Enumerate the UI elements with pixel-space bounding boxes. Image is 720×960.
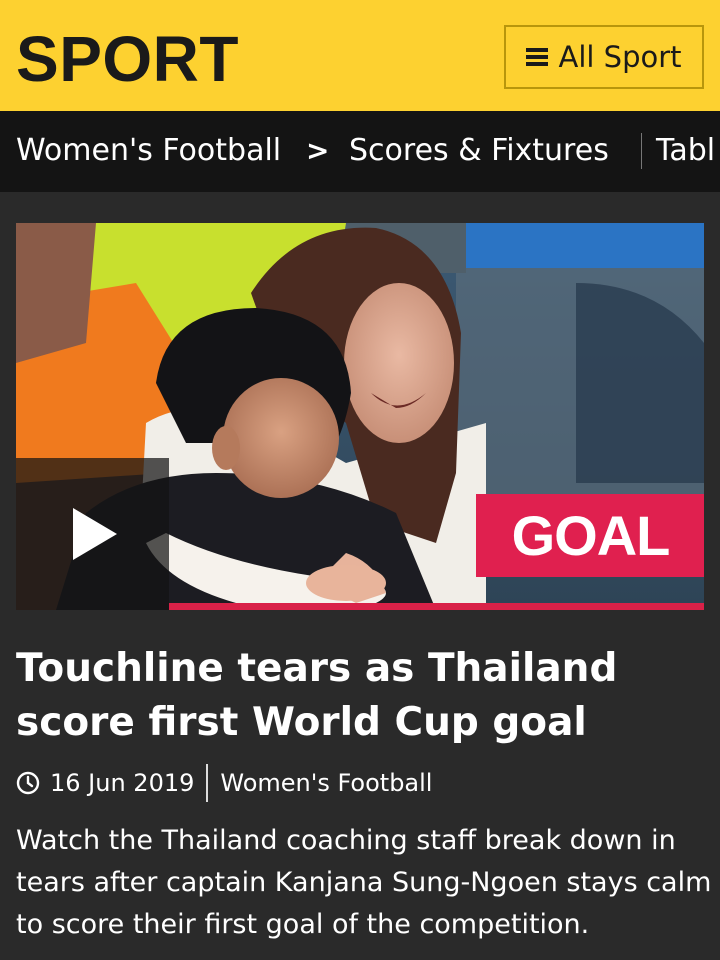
site-header: SPORT All Sport <box>0 0 720 111</box>
article-category-link[interactable]: Women's Football <box>220 769 432 797</box>
all-sport-label: All Sport <box>558 40 682 74</box>
sport-logo[interactable]: SPORT <box>16 24 239 94</box>
nav-scores-fixtures[interactable]: Scores & Fixtures <box>349 131 609 171</box>
nav-womens-football[interactable]: Women's Football <box>16 131 281 171</box>
article-date: 16 Jun 2019 <box>50 769 195 797</box>
all-sport-menu-button[interactable]: All Sport <box>504 25 704 89</box>
nav-divider <box>641 133 642 169</box>
play-icon <box>72 508 117 560</box>
video-progress-bar <box>169 603 704 610</box>
article-summary: Watch the Thailand coaching staff break … <box>16 825 712 940</box>
video-player[interactable]: GOAL <box>16 223 704 610</box>
chevron-right-icon: > <box>306 134 330 167</box>
hamburger-icon <box>526 48 549 66</box>
goal-badge: GOAL <box>476 494 704 577</box>
play-button[interactable] <box>16 458 169 610</box>
section-nav: Women's Football > Scores & Fixtures Tab… <box>0 111 720 192</box>
article-headline: Touchline tears as Thailand score first … <box>16 646 618 745</box>
article-meta: 16 Jun 2019 Women's Football <box>16 764 432 802</box>
meta-divider <box>206 764 209 802</box>
nav-tables[interactable]: Tabl <box>656 131 715 171</box>
clock-icon <box>16 771 40 795</box>
